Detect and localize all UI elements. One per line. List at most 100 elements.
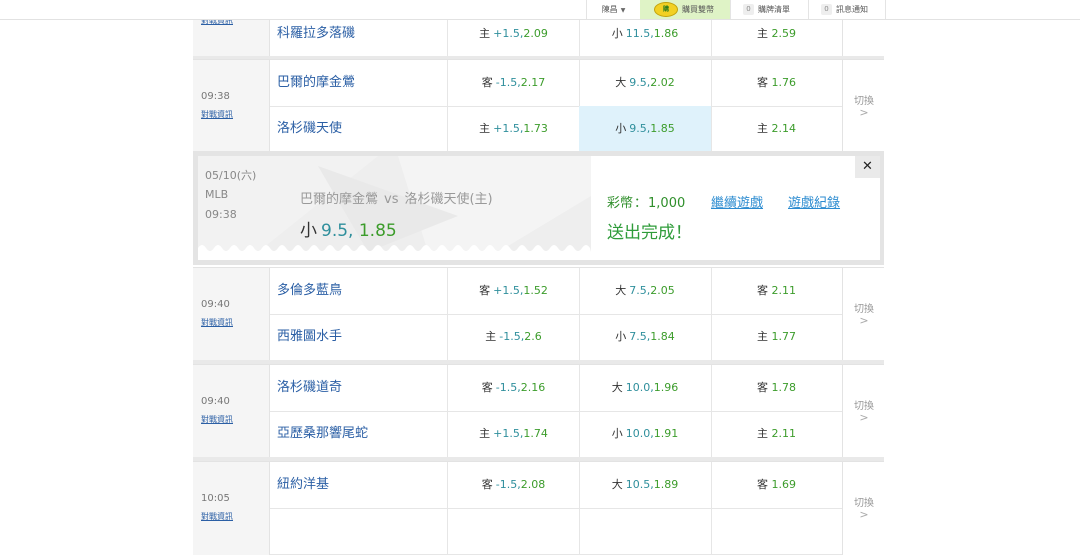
bet-type: 小 [300, 221, 317, 241]
team-name[interactable]: 多倫多藍鳥 [270, 268, 448, 314]
team-row: 洛杉磯道奇 客 -1.5,2.16 大 10.0,1.96 客 1.78 [270, 365, 842, 412]
switch-button[interactable]: 切換 > [842, 365, 885, 458]
confirmation-card: 05/10(六) MLB 09:38 巴爾的摩金鶯 vs 洛杉磯天使(主) 小 9.5… [198, 156, 880, 260]
game-time-cell: 09:40 對戰資訊 [193, 268, 270, 361]
switch-label: 切換 [854, 304, 874, 315]
close-button[interactable]: ✕ [855, 156, 880, 178]
spread-odds-cell[interactable]: 客 +1.5,1.52 [448, 268, 580, 314]
notifications-count: 0 [821, 4, 832, 15]
notifications-label: 訊息通知 [836, 5, 868, 14]
team-row: 洛杉磯天使 主 +1.5,1.73 小 9.5,1.85 主 2.14 [270, 106, 842, 153]
team-row: 多倫多藍鳥 客 +1.5,1.52 大 7.5,2.05 客 2.11 [270, 268, 842, 315]
submit-status: 送出完成！ [607, 223, 692, 243]
moneyline-odds-cell[interactable]: 客 1.76 [711, 60, 842, 106]
chevron-right-icon: > [859, 411, 869, 424]
team-row: 紐約洋基 客 -1.5,2.08 大 10.5,1.89 客 1.69 [270, 462, 842, 509]
total-odds-cell-selected[interactable]: 小 9.5,1.85 [579, 106, 712, 152]
spread-odds-cell[interactable]: 主 +1.5,1.73 [448, 106, 580, 152]
moneyline-odds-cell[interactable]: 主 1.77 [711, 314, 842, 360]
home-team: 洛杉磯天使(主) [404, 192, 493, 207]
game-block: 09:40 對戰資訊 多倫多藍鳥 客 +1.5,1.52 大 7.5,2.05 客 … [193, 267, 885, 361]
team-name[interactable]: 西雅圖水手 [270, 314, 448, 360]
notifications-button[interactable]: 0 訊息通知 [808, 0, 886, 19]
ticket-league: MLB [205, 188, 229, 201]
spread-odds-cell[interactable]: 客 -1.5,2.08 [448, 462, 580, 508]
total-odds-cell[interactable] [579, 508, 712, 554]
chevron-right-icon: > [859, 314, 869, 327]
matchup-info-link[interactable]: 對戰資訊 [201, 317, 233, 328]
team-row: 西雅圖水手 主 -1.5,2.6 小 7.5,1.84 主 1.77 [270, 314, 842, 361]
matchup-info-link[interactable]: 對戰資訊 [201, 109, 233, 120]
continue-game-link[interactable]: 繼續遊戲 [711, 192, 763, 211]
team-name[interactable]: 巴爾的摩金鶯 [270, 60, 448, 106]
game-history-link[interactable]: 遊戲紀錄 [788, 192, 840, 211]
vs-label: vs [384, 192, 399, 207]
switch-label: 切換 [854, 498, 874, 509]
spread-odds-cell[interactable]: 客 -1.5,2.16 [448, 365, 580, 411]
spread-odds-cell[interactable]: 主 -1.5,2.6 [448, 314, 580, 360]
ticket-date: 05/10(六) [205, 169, 257, 182]
buy-coins-button[interactable]: 購購買雙幣 [640, 0, 730, 19]
moneyline-odds-cell[interactable]: 主 2.14 [711, 106, 842, 152]
game-time-cell: 09:40 對戰資訊 [193, 365, 270, 458]
game-time: 09:40 [201, 396, 230, 407]
chevron-down-icon: ▼ [620, 7, 626, 14]
team-name[interactable]: 洛杉磯道奇 [270, 365, 448, 411]
chevron-right-icon: > [859, 106, 869, 119]
credit-value: 1,000 [648, 196, 686, 211]
credit-amount: 彩幣：1,000 [607, 192, 685, 211]
ticket-bet: 小 9.5, 1.85 [300, 216, 397, 241]
spread-odds-cell[interactable] [448, 508, 580, 554]
game-block: 10:05 對戰資訊 紐約洋基 客 -1.5,2.08 大 10.5,1.89 客 … [193, 461, 885, 555]
team-row: 巴爾的摩金鶯 客 -1.5,2.17 大 9.5,2.02 客 1.76 [270, 60, 842, 107]
user-name: 陳昌 [601, 5, 618, 14]
total-odds-cell[interactable]: 大 10.0,1.96 [579, 365, 712, 411]
total-odds-cell[interactable]: 小 7.5,1.84 [579, 314, 712, 360]
bet-ticket: 05/10(六) MLB 09:38 巴爾的摩金鶯 vs 洛杉磯天使(主) 小 9.5… [198, 156, 591, 252]
bet-confirmation-panel: 05/10(六) MLB 09:38 巴爾的摩金鶯 vs 洛杉磯天使(主) 小 9.5… [193, 151, 884, 265]
total-odds-cell[interactable]: 大 7.5,2.05 [579, 268, 712, 314]
spread-odds-cell[interactable]: 主 +1.5,1.74 [448, 411, 580, 457]
top-bar: 陳昌 ▼ 購購買雙幣 0 購牌清單 0 訊息通知 [0, 0, 1080, 20]
spread-odds-cell[interactable]: 客 -1.5,2.17 [448, 60, 580, 106]
close-icon: ✕ [862, 159, 873, 174]
game-time-cell: 10:05 對戰資訊 [193, 462, 270, 555]
moneyline-odds-cell[interactable]: 主 2.11 [711, 411, 842, 457]
total-odds-cell[interactable]: 大 10.5,1.89 [579, 462, 712, 508]
game-time: 09:40 [201, 299, 230, 310]
moneyline-odds-cell[interactable] [711, 508, 842, 554]
team-row [270, 508, 842, 555]
switch-button[interactable]: 切換 > [842, 268, 885, 361]
team-name[interactable]: 亞歷桑那響尾蛇 [270, 411, 448, 457]
bet-handicap: 9.5, [321, 221, 354, 241]
credit-label: 彩幣 [607, 196, 634, 211]
matchup-info-link[interactable]: 對戰資訊 [201, 414, 233, 425]
moneyline-odds-cell[interactable]: 客 1.78 [711, 365, 842, 411]
team-name[interactable] [270, 508, 448, 554]
game-time-cell: 09:38 對戰資訊 [193, 60, 270, 153]
bet-list-button[interactable]: 0 購牌清單 [730, 0, 808, 19]
switch-label: 切換 [854, 401, 874, 412]
moneyline-odds-cell[interactable]: 客 2.11 [711, 268, 842, 314]
matchup-info-link[interactable]: 對戰資訊 [201, 511, 233, 522]
credit-separator: ： [634, 196, 648, 211]
buy-coins-label: 購買雙幣 [682, 5, 714, 14]
game-time: 09:38 [201, 91, 230, 102]
game-time: 10:05 [201, 493, 230, 504]
coin-icon: 購 [654, 2, 678, 17]
ticket-matchup: 巴爾的摩金鶯 vs 洛杉磯天使(主) [300, 188, 493, 207]
user-menu[interactable]: 陳昌 ▼ [586, 0, 640, 19]
total-odds-cell[interactable]: 大 9.5,2.02 [579, 60, 712, 106]
total-odds-cell[interactable]: 小 10.0,1.91 [579, 411, 712, 457]
chevron-right-icon: > [859, 508, 869, 521]
team-name[interactable]: 洛杉磯天使 [270, 106, 448, 152]
team-row: 亞歷桑那響尾蛇 主 +1.5,1.74 小 10.0,1.91 主 2.11 [270, 411, 842, 458]
bet-odds: 1.85 [358, 221, 397, 241]
switch-button[interactable]: 切換 > [842, 60, 885, 153]
away-team: 巴爾的摩金鶯 [300, 192, 379, 207]
switch-button[interactable]: 切換 > [842, 462, 885, 555]
bet-list-label: 購牌清單 [758, 5, 790, 14]
moneyline-odds-cell[interactable]: 客 1.69 [711, 462, 842, 508]
team-name[interactable]: 紐約洋基 [270, 462, 448, 508]
ticket-time: 09:38 [205, 208, 237, 221]
